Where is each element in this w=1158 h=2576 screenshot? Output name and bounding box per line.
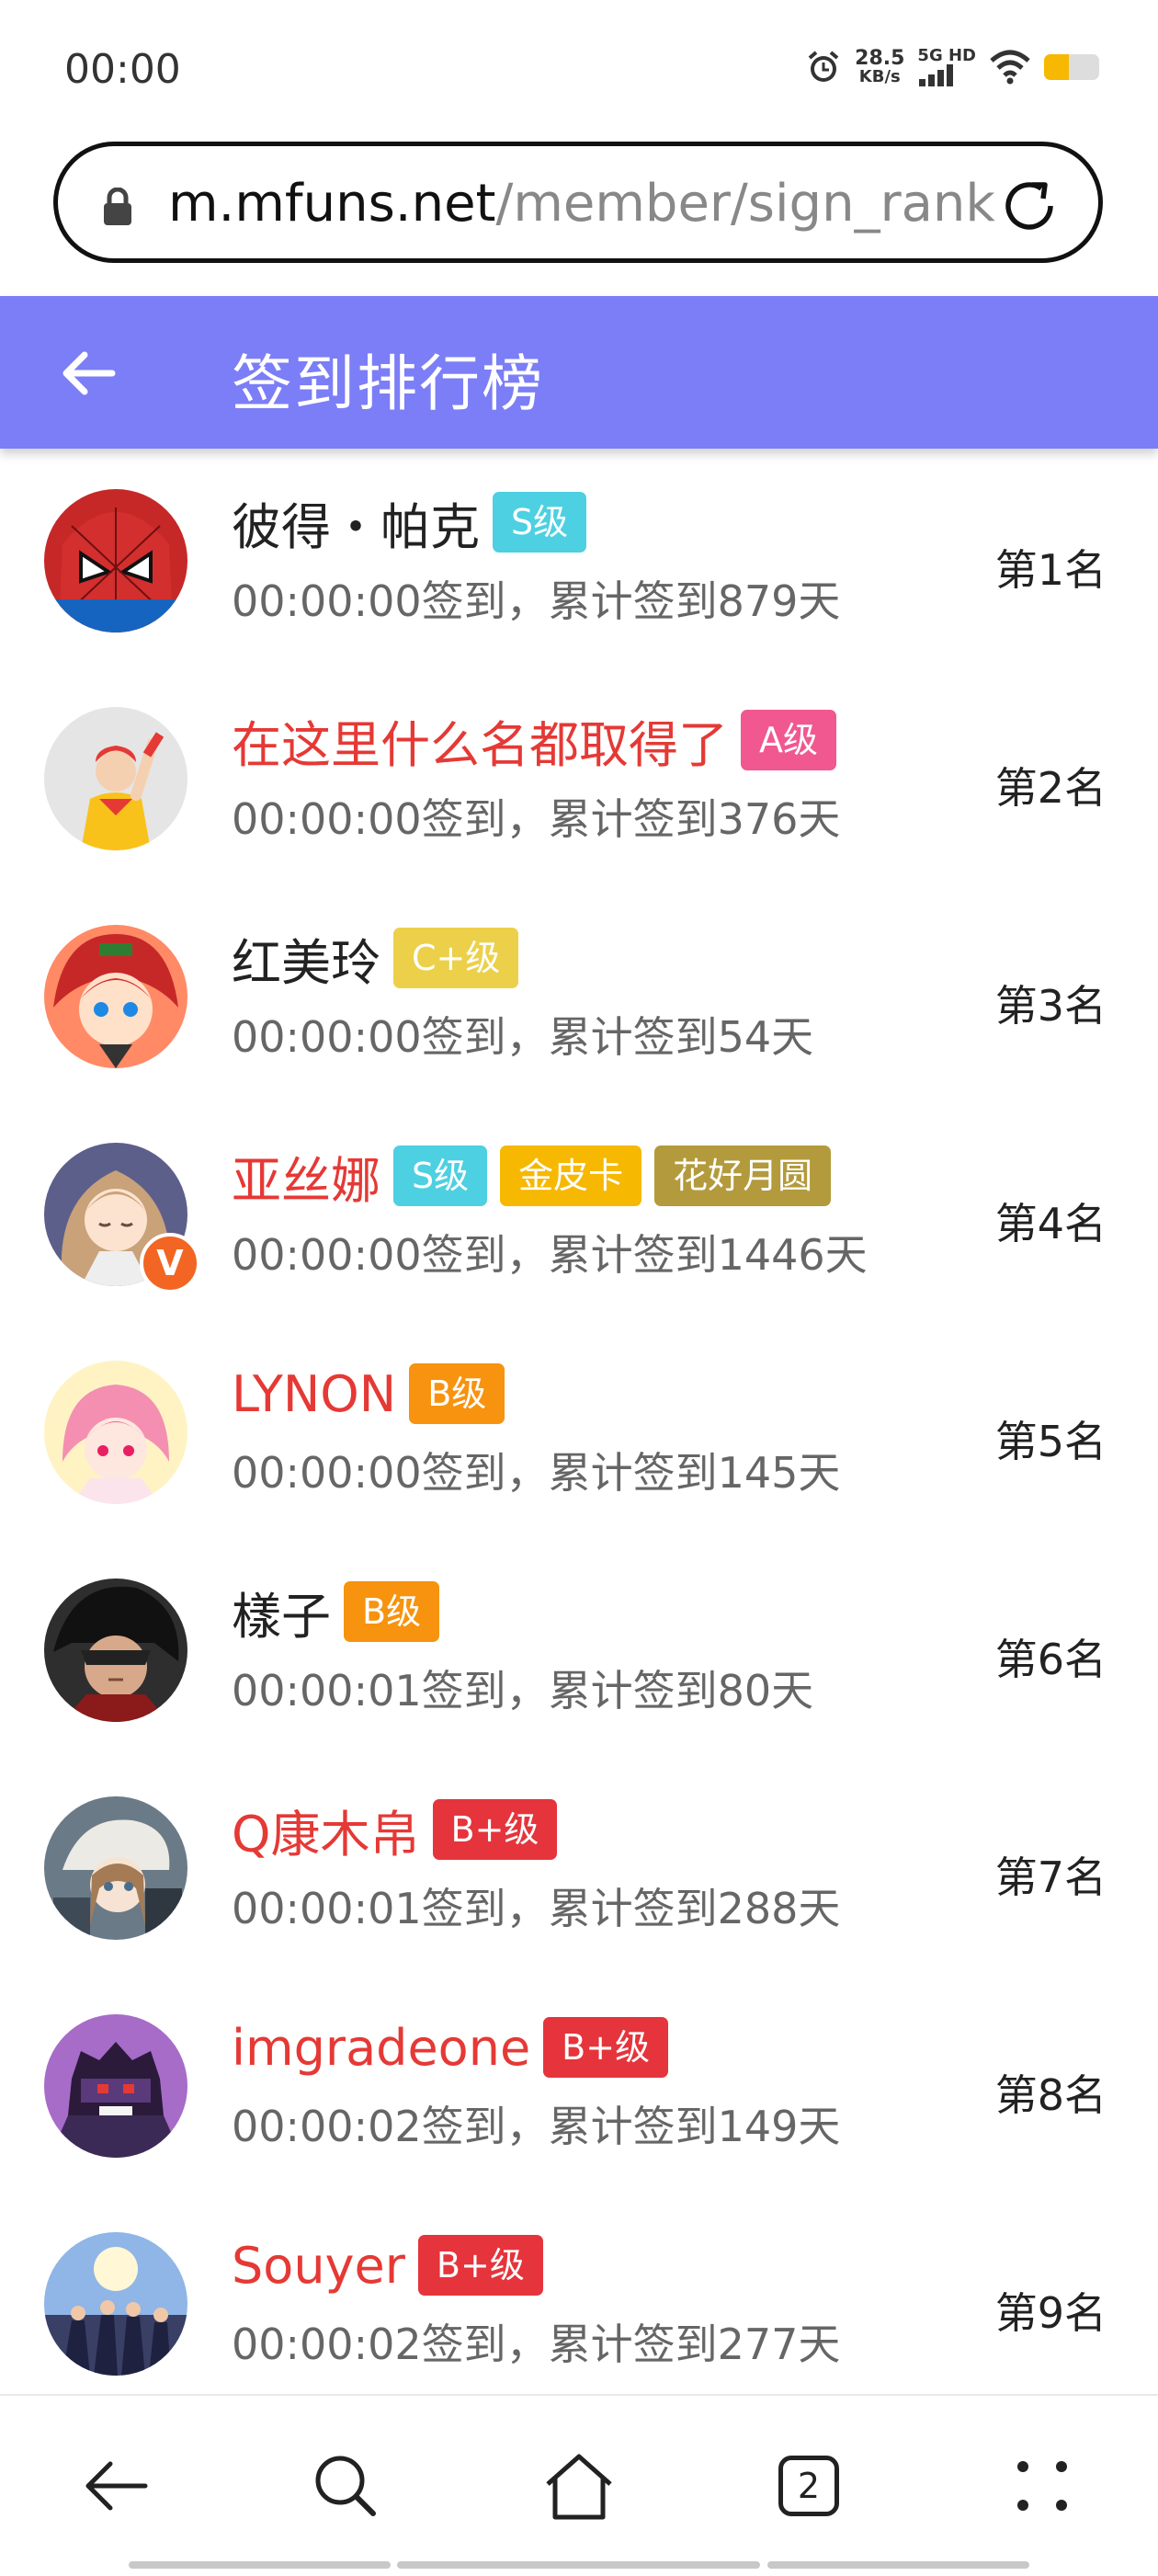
level-badge: B级 [409,1363,505,1424]
wifi-icon [990,50,1030,85]
nav-menu-button[interactable] [996,2440,1088,2532]
rank-row[interactable]: Q康木帛 B+级 00:00:01签到，累计签到288天 第7名 [0,1767,1158,1985]
rank-label: 第5名 [994,1417,1107,1466]
name-line: Q康木帛 B+级 [232,1798,558,1864]
rank-row[interactable]: imgradeone B+级 00:00:02签到，累计签到149天 第8名 [0,1985,1158,2203]
back-arrow-icon [85,2461,148,2511]
gesture-bar-left [129,2561,391,2569]
level-badge: B+级 [543,2017,669,2078]
address-bar[interactable]: m.mfuns.net/member/sign_rank [53,142,1103,263]
verified-badge: V [140,1233,200,1294]
nav-tabs-button[interactable]: 2 [763,2440,855,2532]
name-line: 彼得・帕克 S级 [232,491,587,556]
avatar[interactable] [44,1361,187,1504]
network-type: 5G HD [917,46,976,65]
signal-indicator: 5G HD [917,48,976,86]
rank-row[interactable]: 在这里什么名都取得了 A级 00:00:00签到，累计签到376天 第2名 [0,678,1158,895]
gesture-bar-center [397,2561,760,2569]
nav-home-button[interactable] [533,2440,625,2532]
name-line: 在这里什么名都取得了 A级 [232,709,836,774]
name-line: imgradeone B+级 [232,2016,669,2079]
rank-label: 第1名 [994,545,1107,595]
rank-row[interactable]: 红美玲 C+级 00:00:00签到，累计签到54天 第3名 [0,895,1158,1113]
status-bar: 00:00 28.5 KB/s 5G HD [0,0,1158,138]
rank-label: 第9名 [994,2288,1107,2338]
rank-label: 第8名 [994,2070,1107,2120]
user-name[interactable]: Q康木帛 [232,1794,420,1866]
sign-info: 00:00:00签到，累计签到376天 [232,794,841,844]
user-name[interactable]: 红美玲 [232,922,380,995]
avatar[interactable] [44,2232,187,2376]
rank-row[interactable]: LYNON B级 00:00:00签到，累计签到145天 第5名 [0,1331,1158,1549]
page-title: 签到排行榜 [232,348,544,419]
back-arrow-icon[interactable] [59,344,118,403]
battery-icon [1044,54,1099,80]
rank-row[interactable]: 樣子 B级 00:00:01签到，累计签到80天 第6名 [0,1549,1158,1767]
alarm-icon [808,51,839,82]
level-badge: S级 [393,1146,488,1206]
tab-count: 2 [778,2456,839,2516]
sign-info: 00:00:01签到，累计签到80天 [232,1666,814,1715]
user-name[interactable]: LYNON [232,1365,396,1423]
rank-label: 第4名 [994,1199,1107,1248]
name-line: 樣子 B级 [232,1580,440,1646]
avatar[interactable] [44,1579,187,1722]
sign-info: 00:00:00签到，累计签到879天 [232,576,841,626]
nav-back-button[interactable] [70,2440,162,2532]
network-speed: 28.5 KB/s [855,47,905,86]
rank-row[interactable]: 彼得・帕克 S级 00:00:00签到，累计签到879天 第1名 [0,460,1158,678]
page-header: 签到排行榜 [0,296,1158,449]
user-name[interactable]: Souyer [232,2237,405,2295]
level-badge: S级 [493,492,587,553]
status-icons: 28.5 KB/s 5G HD [805,48,1099,86]
rank-label: 第7名 [994,1852,1107,1902]
user-name[interactable]: 亚丝娜 [232,1140,380,1213]
rank-row[interactable]: V 亚丝娜 S级 金皮卡 花好月圆 00:00:00签到，累计签到1446天 第4名 [0,1113,1158,1331]
signal-icon [919,64,954,86]
avatar[interactable] [44,2014,187,2158]
avatar[interactable] [44,707,187,850]
level-badge: C+级 [393,928,519,988]
url-host: m.mfuns.net [168,174,496,234]
home-icon [546,2454,612,2520]
user-name[interactable]: 彼得・帕克 [232,486,480,559]
battery-level [1044,54,1069,80]
name-line: LYNON B级 [232,1362,505,1425]
name-line: 红美玲 C+级 [232,927,519,992]
lock-icon [104,188,131,225]
level-badge: A级 [741,710,836,770]
name-line: Souyer B+级 [232,2234,543,2297]
sign-info: 00:00:00签到，累计签到1446天 [232,1230,868,1280]
sign-info: 00:00:00签到，累计签到145天 [232,1448,841,1498]
rank-label: 第6名 [994,1635,1107,1684]
gesture-bar-right [767,2561,1029,2569]
level-badge: B+级 [417,2235,543,2296]
avatar[interactable] [44,925,187,1068]
avatar[interactable] [44,1796,187,1940]
sign-info: 00:00:02签到，累计签到277天 [232,2320,841,2369]
level-badge: 金皮卡 [500,1146,642,1206]
level-badge: B+级 [432,1799,558,1860]
url-text[interactable]: m.mfuns.net/member/sign_rank [168,174,995,234]
rank-row[interactable]: Souyer B+级 00:00:02签到，累计签到277天 第9名 [0,2203,1158,2421]
name-line: 亚丝娜 S级 金皮卡 花好月圆 [232,1145,832,1210]
user-name[interactable]: 樣子 [232,1576,331,1648]
search-icon [315,2456,376,2516]
sign-info: 00:00:01签到，累计签到288天 [232,1884,841,1933]
browser-bottom-nav: 2 [0,2394,1158,2576]
level-badge: B级 [344,1581,440,1642]
user-name[interactable]: 在这里什么名都取得了 [232,704,728,777]
avatar[interactable] [44,489,187,633]
clock: 00:00 [64,46,181,93]
menu-dots-icon [1017,2461,1067,2511]
nav-search-button[interactable] [300,2440,392,2532]
reload-icon[interactable] [997,174,1062,238]
level-badge: 花好月圆 [654,1146,832,1206]
rank-label: 第3名 [994,981,1107,1031]
user-name[interactable]: imgradeone [232,2019,530,2077]
sign-info: 00:00:00签到，累计签到54天 [232,1012,814,1062]
sign-info: 00:00:02签到，累计签到149天 [232,2102,841,2151]
rank-label: 第2名 [994,763,1107,813]
url-path: /member/sign_rank [495,174,995,234]
